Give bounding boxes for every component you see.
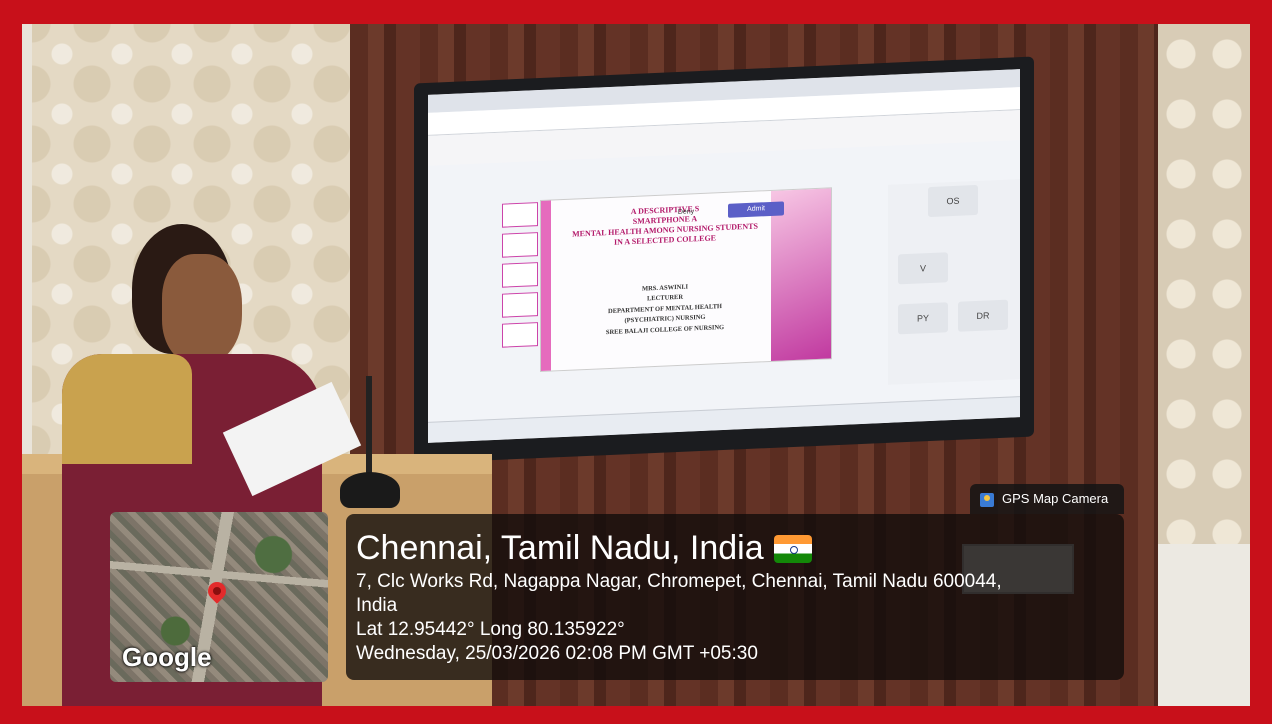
admit-button[interactable]: Admit [728,201,784,218]
participant-tile[interactable]: OS [928,184,978,218]
participants-panel: OS V PY DR [888,179,1020,385]
participant-tile[interactable]: PY [898,302,948,335]
tv-screen: A DESCRIPTIVE S SMARTPHONE A MENTAL HEAL… [428,69,1020,443]
google-logo: Google [122,642,212,672]
windows-taskbar [428,396,1020,443]
slide-thumbnail [502,202,538,228]
address-line-1: 7, Clc Works Rd, Nagappa Nagar, Chromepe… [356,571,1002,592]
right-window-blind [1158,24,1250,544]
coordinates: Lat 12.95442° Long 80.135922° [356,619,625,640]
address-line-2: India [356,595,398,616]
slide-thumbnail [502,292,538,318]
deny-button[interactable]: Deny [666,205,706,221]
gps-badge-label: GPS Map Camera [1002,491,1109,506]
slide-presenter-info: MRS. ASWINI.I LECTURER DEPARTMENT OF MEN… [605,283,725,336]
participant-tile[interactable]: V [898,252,948,285]
presenter-blouse [62,354,192,464]
presenter-face [162,254,242,364]
india-flag-icon [773,535,812,563]
map-pin-icon [204,578,230,604]
slide-thumbnails [502,202,538,364]
gps-map-camera-icon [980,492,994,507]
gps-map-camera-badge: GPS Map Camera [970,484,1124,514]
location-title: Chennai, Tamil Nadu, India [356,528,812,568]
smart-tv-display: A DESCRIPTIVE S SMARTPHONE A MENTAL HEAL… [414,56,1034,464]
slide-thumbnail [502,262,538,288]
right-wall [1158,544,1250,706]
location-title-text: Chennai, Tamil Nadu, India [356,529,764,567]
location-map-thumbnail: Google [110,512,328,682]
slide-thumbnail [502,232,538,258]
participant-tile[interactable]: DR [958,299,1008,332]
gps-info-card: Chennai, Tamil Nadu, India 7, Clc Works … [346,514,1124,680]
slide-thumbnail [502,322,538,348]
timestamp: Wednesday, 25/03/2026 02:08 PM GMT +05:3… [356,643,758,664]
slide-decoration-left [541,200,551,371]
